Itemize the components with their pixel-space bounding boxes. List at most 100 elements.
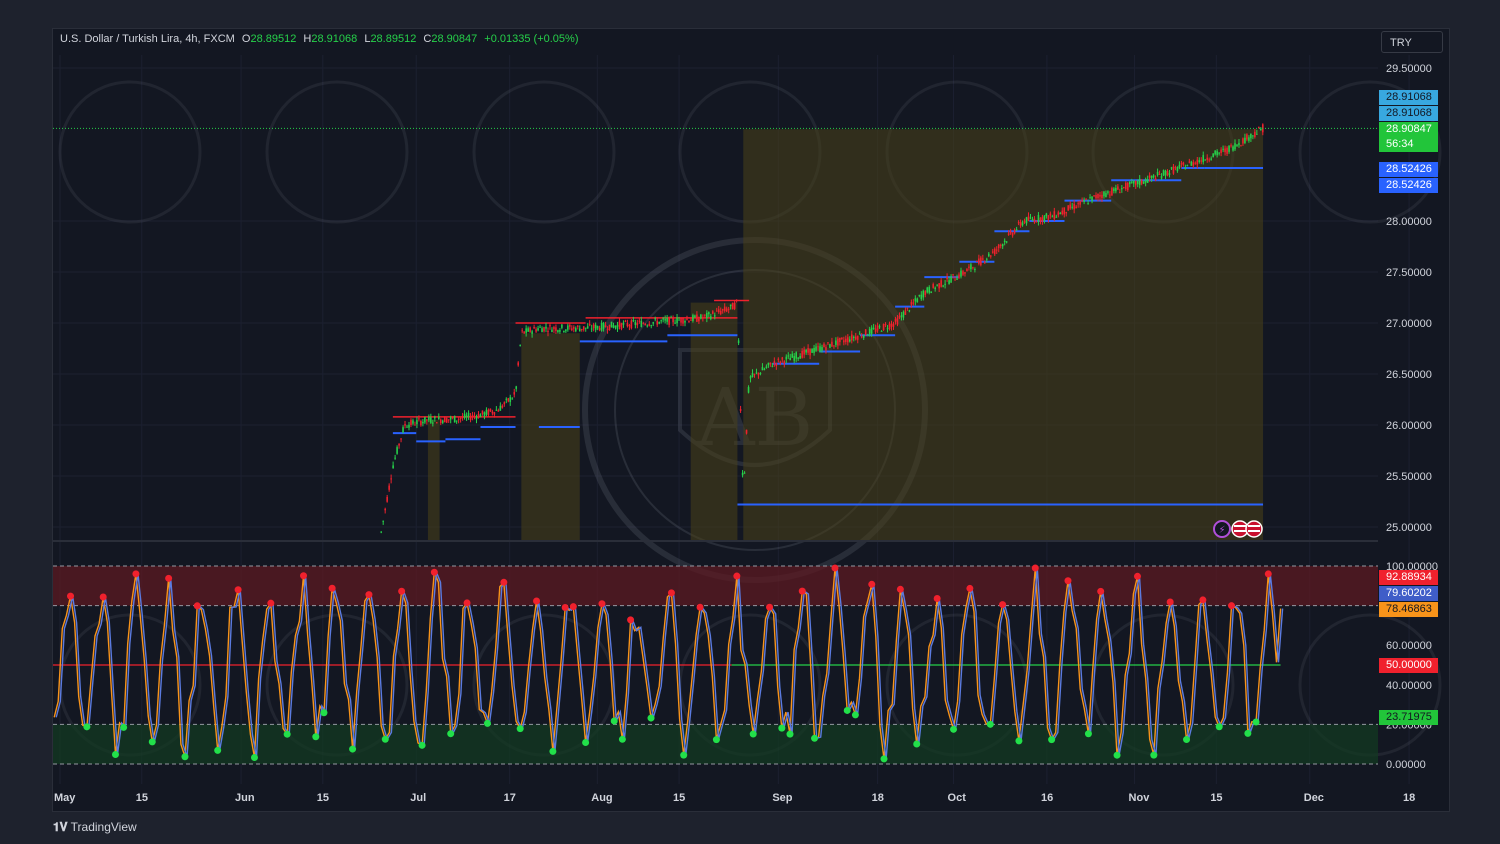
candle-body-down [966, 269, 968, 272]
candle-body-down [576, 325, 579, 327]
candle-body-up [485, 409, 488, 415]
chart-canvas[interactable]: AB 29.5000028.0000027.5000027.0000026.50… [0, 0, 1500, 844]
oversold-dot [880, 755, 888, 763]
candle-body-down [1158, 174, 1161, 176]
tradingview-logo[interactable]: 𝟏𝐕 TradingView [53, 820, 137, 835]
candle-body-up [1238, 142, 1240, 146]
candle-body-down [461, 416, 464, 418]
candle-body-up [1121, 187, 1123, 190]
candle-body-up [408, 424, 410, 428]
overbought-zone [53, 566, 1378, 606]
candle-body-down [717, 309, 720, 313]
candle-body-down [1067, 205, 1070, 211]
candle-body-down [473, 415, 476, 417]
candle-body-up [453, 415, 456, 423]
candle-body-up [1186, 165, 1189, 167]
candle-body-down [497, 410, 500, 412]
candle-body-up [584, 327, 587, 329]
candle-body-up [527, 328, 529, 332]
candle-body-down [1200, 160, 1203, 162]
candle-body-up [1083, 200, 1085, 202]
candle-body-down [400, 438, 402, 440]
candle-body-down [731, 302, 734, 310]
candle-body-down [702, 317, 704, 319]
candle-body-down [773, 361, 776, 364]
price-tick-label: 29.50000 [1386, 63, 1432, 75]
oversold-dot [950, 725, 958, 733]
overbought-dot [234, 586, 242, 594]
event-icons[interactable]: ⚡ [1213, 520, 1263, 538]
candle-body-down [672, 318, 674, 323]
symbol-title[interactable]: U.S. Dollar / Turkish Lira, 4h, FXCM [60, 33, 235, 45]
candle-body-up [795, 352, 797, 359]
candle-body-up [1176, 167, 1179, 172]
overbought-dot [365, 591, 373, 599]
watermark-seal [472, 80, 616, 224]
candle-body-down [608, 324, 611, 331]
candle-body-up [658, 321, 660, 324]
candle-body-up [862, 335, 865, 338]
candle-body-up [1005, 241, 1008, 243]
candle-body-down [1097, 193, 1099, 199]
candle-body-up [640, 320, 643, 327]
candle-body-down [535, 329, 537, 332]
candle-body-down [1254, 131, 1256, 137]
candle-body-down [1049, 213, 1052, 216]
candle-body-down [991, 251, 994, 253]
candle-body-down [573, 327, 575, 329]
candle-body-up [612, 325, 615, 328]
candle-body-up [956, 278, 958, 280]
candle-body-up [751, 372, 754, 378]
candle-body-up [900, 315, 903, 317]
candle-body-down [690, 319, 692, 321]
oversold-dot [181, 753, 189, 761]
overbought-dot [1097, 587, 1105, 595]
overbought-dot [798, 587, 806, 595]
candle-body-up [793, 356, 796, 361]
candle-body-up [1103, 191, 1105, 197]
candle-body-down [1134, 180, 1137, 186]
oscillator-tag: 50.00000 [1379, 658, 1438, 673]
candle-body-up [737, 340, 740, 344]
candle-body-down [904, 310, 907, 315]
candle-body-down [1081, 199, 1083, 201]
candle-body-down [404, 424, 406, 426]
price-tag: 28.52426 [1379, 178, 1438, 193]
candle-body-up [600, 322, 603, 331]
time-tick-label: Nov [1129, 792, 1151, 804]
chart-legend[interactable]: U.S. Dollar / Turkish Lira, 4h, FXCM O28… [60, 33, 582, 45]
oversold-dot [582, 739, 590, 747]
time-tick-label: 18 [1403, 792, 1415, 804]
us-flag-icon[interactable] [1245, 520, 1263, 538]
overbought-dot [561, 603, 569, 611]
oversold-dot [349, 745, 357, 753]
price-tick-label: 27.00000 [1386, 318, 1432, 330]
candle-body-down [1111, 188, 1113, 196]
candle-body-down [477, 413, 480, 418]
candle-body-up [1029, 217, 1032, 219]
candle-body-up [1198, 160, 1201, 162]
candle-body-down [503, 402, 506, 405]
candle-body-down [968, 266, 970, 268]
currency-button[interactable]: TRY [1381, 31, 1443, 53]
overbought-dot [966, 584, 974, 592]
overbought-dot [1264, 570, 1272, 578]
candle-body-up [1256, 133, 1258, 135]
candle-body-up [799, 356, 801, 359]
candle-body-up [986, 258, 988, 260]
candle-body-down [418, 418, 420, 420]
candle-body-up [557, 330, 559, 333]
candle-body-down [491, 411, 494, 414]
candle-body-down [940, 280, 942, 287]
candle-body-up [1144, 179, 1147, 183]
candle-body-down [513, 392, 516, 395]
candle-body-up [1162, 170, 1165, 176]
candle-body-up [650, 325, 653, 327]
candle-body-up [1170, 167, 1173, 169]
candle-body-down [745, 429, 748, 434]
candle-body-down [459, 418, 462, 420]
candle-body-down [777, 358, 780, 360]
candle-body-down [489, 408, 492, 412]
candle-body-down [999, 245, 1002, 247]
time-axis[interactable]: May 15 Jun 15 Jul 17 Aug 15 Sep 18 Oct 16 Nov 15 Dec 18 [54, 792, 1415, 804]
